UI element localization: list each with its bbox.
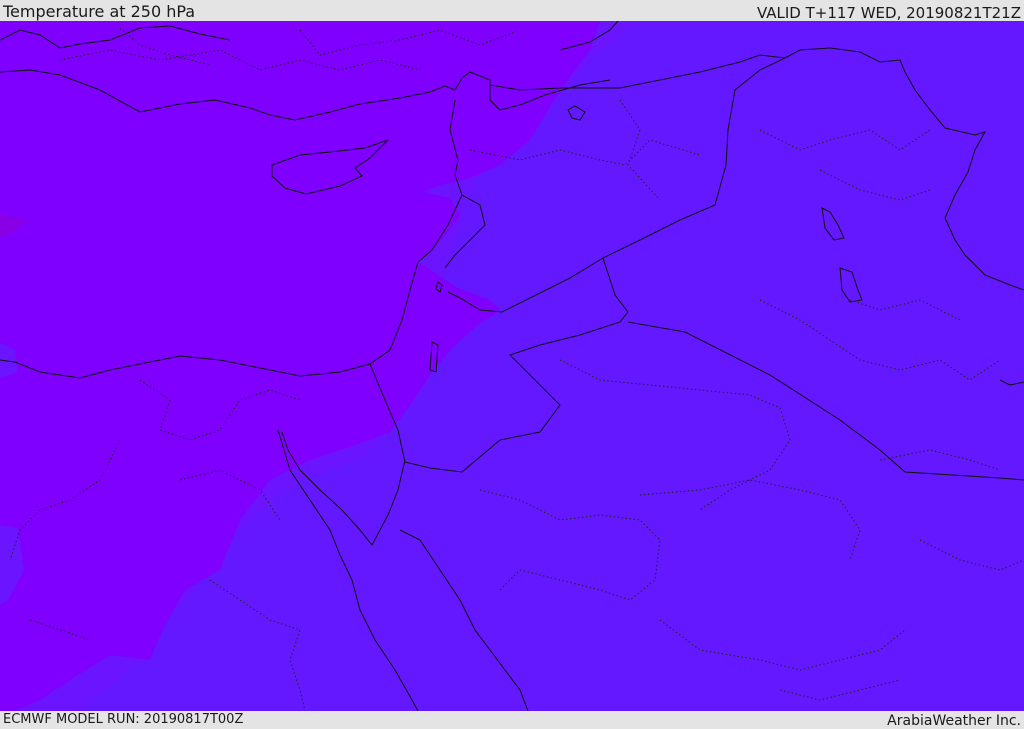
credit-label: ArabiaWeather Inc. — [887, 713, 1021, 729]
footer-bar: ECMWF MODEL RUN: 20190817T00Z ArabiaWeat… — [0, 711, 1024, 729]
map-canvas — [0, 21, 1024, 711]
valid-time-label: VALID T+117 WED, 20190821T21Z — [756, 4, 1021, 22]
weather-map[interactable] — [0, 21, 1024, 711]
map-title: Temperature at 250 hPa — [3, 2, 196, 21]
header-bar: Temperature at 250 hPa VALID T+117 WED, … — [0, 0, 1024, 21]
model-run-label: ECMWF MODEL RUN: 20190817T00Z — [3, 712, 244, 727]
